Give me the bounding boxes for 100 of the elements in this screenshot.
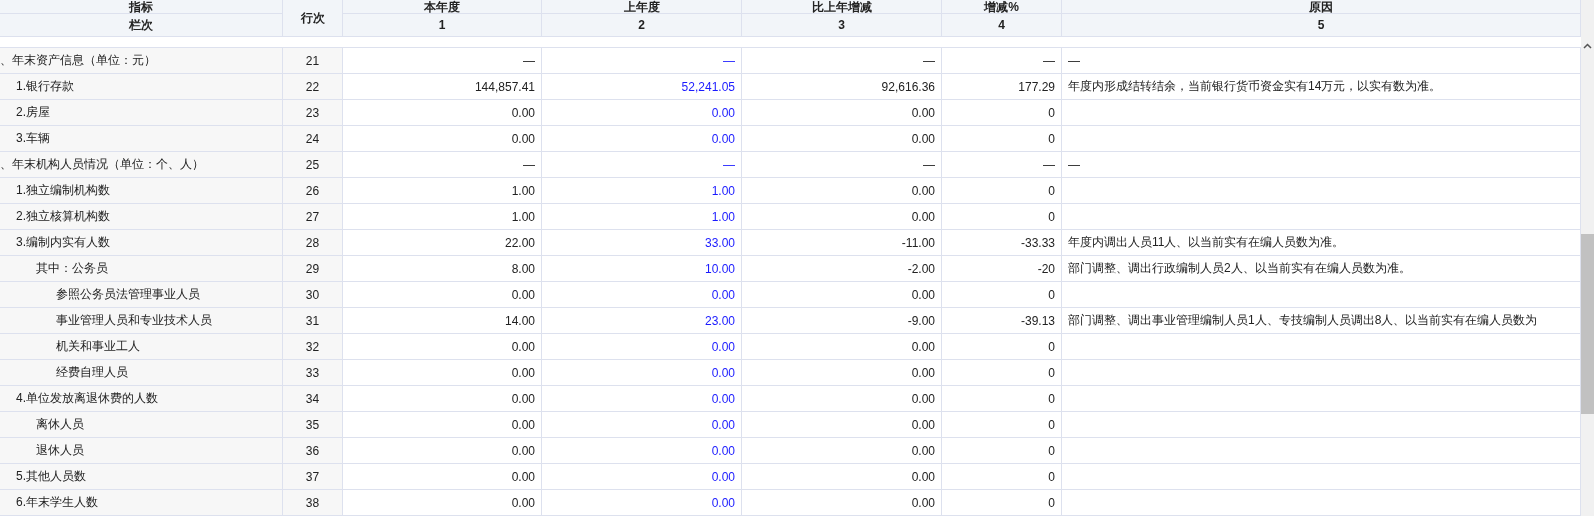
row-label: 退休人员	[0, 438, 283, 464]
column-header: 增减%	[942, 0, 1062, 14]
reason-cell: —	[1062, 152, 1581, 178]
value-cell: 0.00	[742, 386, 942, 412]
value-cell: 0	[942, 386, 1062, 412]
value-cell: 1.00	[343, 178, 542, 204]
value-cell: —	[542, 48, 742, 74]
value-cell: 0.00	[343, 386, 542, 412]
line-number: 22	[283, 74, 343, 100]
value-cell: 0.00	[742, 178, 942, 204]
column-number: 4	[942, 14, 1062, 37]
value-cell: 0.00	[542, 360, 742, 386]
value-cell: —	[343, 48, 542, 74]
value-cell: 0.00	[343, 360, 542, 386]
scroll-up-icon[interactable]	[1581, 41, 1594, 51]
value-cell: —	[942, 48, 1062, 74]
value-cell: 14.00	[343, 308, 542, 334]
value-cell: 0	[942, 334, 1062, 360]
value-cell: 0.00	[542, 412, 742, 438]
line-number: 26	[283, 178, 343, 204]
line-number: 33	[283, 360, 343, 386]
value-cell: 0.00	[542, 334, 742, 360]
value-cell: 0.00	[343, 126, 542, 152]
value-cell: 0.00	[343, 464, 542, 490]
value-cell: 177.29	[942, 74, 1062, 100]
row-label: 事业管理人员和专业技术人员	[0, 308, 283, 334]
value-cell: 0.00	[542, 100, 742, 126]
value-cell: 0.00	[742, 412, 942, 438]
value-cell: 0	[942, 438, 1062, 464]
value-cell: 0	[942, 412, 1062, 438]
value-cell: -33.33	[942, 230, 1062, 256]
value-cell: -9.00	[742, 308, 942, 334]
value-cell: 0.00	[542, 386, 742, 412]
line-number: 38	[283, 490, 343, 516]
line-number: 27	[283, 204, 343, 230]
value-cell: -20	[942, 256, 1062, 282]
line-number: 29	[283, 256, 343, 282]
value-cell: 0	[942, 490, 1062, 516]
value-cell: 0	[942, 282, 1062, 308]
value-cell: 0.00	[542, 464, 742, 490]
row-label: 5.其他人员数	[0, 464, 283, 490]
value-cell: 0	[942, 204, 1062, 230]
value-cell: 22.00	[343, 230, 542, 256]
row-label: 1.独立编制机构数	[0, 178, 283, 204]
value-cell: 0.00	[742, 438, 942, 464]
value-cell: 1.00	[343, 204, 542, 230]
column-header: 行次	[283, 0, 343, 37]
value-cell: 0.00	[742, 282, 942, 308]
row-label: 、年末机构人员情况（单位：个、人）	[0, 152, 283, 178]
row-label: 2.房屋	[0, 100, 283, 126]
line-number: 28	[283, 230, 343, 256]
row-label: 、年末资产信息（单位：元）	[0, 48, 283, 74]
value-cell: 0.00	[343, 282, 542, 308]
value-cell: -11.00	[742, 230, 942, 256]
value-cell: -39.13	[942, 308, 1062, 334]
scrollbar-thumb[interactable]	[1581, 234, 1594, 414]
value-cell: 0	[942, 464, 1062, 490]
value-cell: —	[542, 152, 742, 178]
line-number: 25	[283, 152, 343, 178]
line-number: 36	[283, 438, 343, 464]
value-cell: 0.00	[742, 204, 942, 230]
row-label: 2.独立核算机构数	[0, 204, 283, 230]
value-cell: 0.00	[742, 490, 942, 516]
column-number: 1	[343, 14, 542, 37]
column-number: 5	[1062, 14, 1581, 37]
value-cell: 10.00	[542, 256, 742, 282]
value-cell: —	[942, 152, 1062, 178]
value-cell: 0.00	[343, 334, 542, 360]
row-label: 1.银行存款	[0, 74, 283, 100]
value-cell: 0.00	[343, 412, 542, 438]
value-cell: 0.00	[542, 126, 742, 152]
value-cell: 0.00	[542, 438, 742, 464]
column-header: 本年度	[343, 0, 542, 14]
row-label: 3.车辆	[0, 126, 283, 152]
line-number: 35	[283, 412, 343, 438]
value-cell: 0	[942, 360, 1062, 386]
row-label: 3.编制内实有人数	[0, 230, 283, 256]
value-cell: 0	[942, 100, 1062, 126]
value-cell: 0.00	[542, 490, 742, 516]
value-cell: 52,241.05	[542, 74, 742, 100]
value-cell: 23.00	[542, 308, 742, 334]
line-number: 21	[283, 48, 343, 74]
column-header: 原因	[1062, 0, 1581, 14]
value-cell: 0.00	[742, 464, 942, 490]
value-cell: 0.00	[742, 334, 942, 360]
value-cell: 1.00	[542, 178, 742, 204]
row-label: 其中：公务员	[0, 256, 283, 282]
value-cell: 0.00	[742, 100, 942, 126]
value-cell: 144,857.41	[343, 74, 542, 100]
value-cell: 92,616.36	[742, 74, 942, 100]
row-label: 4.单位发放离退休费的人数	[0, 386, 283, 412]
value-cell: 1.00	[542, 204, 742, 230]
column-number: 3	[742, 14, 942, 37]
value-cell: -2.00	[742, 256, 942, 282]
row-label: 6.年末学生人数	[0, 490, 283, 516]
reason-cell: —	[1062, 48, 1581, 74]
value-cell: 0	[942, 178, 1062, 204]
line-number: 23	[283, 100, 343, 126]
value-cell: 0.00	[343, 100, 542, 126]
value-cell: —	[343, 152, 542, 178]
